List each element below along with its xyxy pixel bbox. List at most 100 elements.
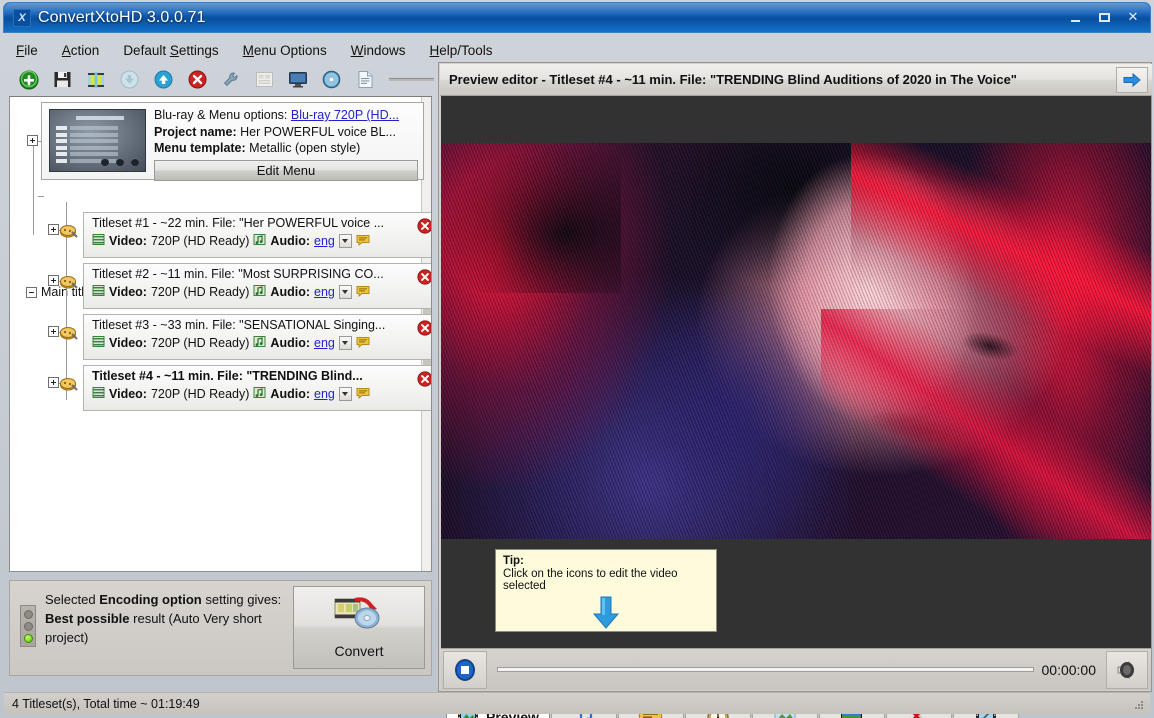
seek-bar-wrapper[interactable]: 00:00:00 [487, 662, 1106, 678]
arrow-down-blue-icon [503, 596, 709, 630]
transport-controls: 00:00:00 [441, 648, 1151, 690]
next-titleset-button[interactable] [1116, 67, 1148, 93]
menu-template-thumbnail[interactable] [49, 109, 146, 172]
tree-toggle-titleset-4[interactable] [48, 377, 59, 388]
remove-titleset-button[interactable] [417, 371, 431, 387]
menu-menu-options[interactable]: Menu Options [231, 41, 339, 60]
disc-burn-icon [333, 596, 385, 635]
close-button[interactable]: ✕ [1122, 8, 1144, 26]
title-bar: X ConvertXtoHD 3.0.0.71 ✕ [3, 2, 1151, 33]
add-files-button[interactable] [13, 66, 45, 94]
remove-button[interactable] [181, 66, 213, 94]
remove-titleset-button[interactable] [417, 269, 431, 285]
menu-action[interactable]: Action [50, 41, 112, 60]
audio-language-link[interactable]: eng [314, 387, 335, 401]
monitor-preview-button[interactable] [282, 66, 314, 94]
menu-bar: File Action Default Settings Menu Option… [4, 38, 1150, 62]
subtitle-bubble-icon[interactable] [356, 234, 370, 249]
project-name-row: Project name: Her POWERFUL voice BL... [154, 124, 418, 141]
disc-button[interactable] [316, 66, 348, 94]
minimize-button[interactable] [1064, 8, 1086, 26]
titleset-row-3[interactable]: Titleset #3 - ~33 min. File: "SENSATIONA… [83, 314, 431, 360]
edit-menu-button[interactable]: Edit Menu [154, 159, 418, 181]
save-project-button[interactable] [47, 66, 79, 94]
audio-icon [253, 284, 266, 300]
titleset-title: Titleset #1 - ~22 min. File: "Her POWERF… [92, 216, 385, 230]
current-time-label: 00:00:00 [1041, 661, 1097, 678]
titleset-details: Video: 720P (HD Ready) Audio: eng [92, 386, 431, 402]
audio-dropdown-button[interactable] [338, 285, 352, 299]
remove-titleset-button[interactable] [417, 320, 431, 336]
move-up-button[interactable] [148, 66, 180, 94]
menu-template-row: Menu template: Metallic (open style) [154, 140, 418, 157]
volume-button[interactable] [1106, 650, 1148, 689]
video-value: 720P (HD Ready) [150, 285, 250, 299]
remove-titleset-button[interactable] [417, 218, 431, 234]
audio-language-link[interactable]: eng [314, 336, 335, 350]
audio-language-link[interactable]: eng [314, 285, 335, 299]
audio-icon [253, 233, 266, 249]
project-tree-panel: Blu-ray & Menu options: Blu-ray 720P (HD… [9, 96, 432, 572]
menu-file[interactable]: File [4, 41, 50, 60]
tree-line [38, 196, 44, 197]
stop-button[interactable] [443, 650, 487, 689]
bluray-options-link[interactable]: Blu-ray 720P (HD... [291, 108, 399, 122]
audio-dropdown-button[interactable] [338, 387, 352, 401]
titleset-details: Video: 720P (HD Ready) Audio: eng [92, 233, 431, 249]
tree-line [33, 141, 34, 235]
audio-dropdown-button[interactable] [338, 336, 352, 350]
titleset-details: Video: 720P (HD Ready) Audio: eng [92, 284, 431, 300]
encoding-description: Selected Encoding option setting gives: … [36, 581, 293, 675]
titleset-row-4[interactable]: Titleset #4 - ~11 min. File: "TRENDING B… [83, 365, 431, 411]
titleset-icon [59, 273, 78, 289]
audio-icon [253, 335, 266, 351]
bluray-options-label: Blu-ray & Menu options: [154, 108, 288, 122]
settings-button[interactable] [215, 66, 247, 94]
audio-language-link[interactable]: eng [314, 234, 335, 248]
bluray-options-row: Blu-ray & Menu options: Blu-ray 720P (HD… [154, 107, 418, 124]
tree-toggle-titleset-1[interactable] [48, 224, 59, 235]
convert-label: Convert [334, 643, 384, 659]
encoding-option-panel: Selected Encoding option setting gives: … [9, 580, 432, 676]
menu-grid-button[interactable] [249, 66, 281, 94]
menu-help-tools[interactable]: Help/Tools [417, 41, 504, 60]
tree-toggle-project[interactable] [27, 135, 38, 146]
tooltip-popup: Tip: Click on the icons to edit the vide… [495, 549, 717, 632]
video-value: 720P (HD Ready) [150, 387, 250, 401]
audio-dropdown-button[interactable] [338, 234, 352, 248]
video-label: Video: [109, 387, 147, 401]
video-icon [92, 335, 105, 351]
menu-default-settings[interactable]: Default Settings [111, 41, 230, 60]
audio-label: Audio: [270, 387, 310, 401]
titleset-details: Video: 720P (HD Ready) Audio: eng [92, 335, 431, 351]
tooltip-body: Click on the icons to edit the video sel… [503, 568, 678, 592]
tree-toggle-main-titles[interactable] [26, 286, 37, 298]
encoding-line2-bold: Best possible [45, 611, 130, 626]
video-label: Video: [109, 285, 147, 299]
seek-slider[interactable] [497, 667, 1034, 672]
menu-windows[interactable]: Windows [339, 41, 418, 60]
titleset-row-1[interactable]: Titleset #1 - ~22 min. File: "Her POWERF… [83, 212, 431, 258]
subtitle-bubble-icon[interactable] [356, 387, 370, 402]
titleset-row-2[interactable]: Titleset #2 - ~11 min. File: "Most SURPR… [83, 263, 431, 309]
audio-label: Audio: [270, 336, 310, 350]
project-name-value: Her POWERFUL voice BL... [240, 124, 396, 139]
tooltip-title: Tip: [503, 555, 524, 567]
log-document-button[interactable] [350, 66, 382, 94]
subtitle-bubble-icon[interactable] [356, 285, 370, 300]
audio-icon [253, 386, 266, 402]
preview-header: Preview editor - Titleset #4 - ~11 min. … [440, 64, 1152, 96]
video-frame [441, 143, 1151, 539]
video-icon [92, 386, 105, 402]
video-value: 720P (HD Ready) [150, 336, 250, 350]
convert-button[interactable]: Convert [293, 586, 425, 669]
video-icon [92, 284, 105, 300]
subtitle-bubble-icon[interactable] [356, 336, 370, 351]
tree-toggle-titleset-3[interactable] [48, 326, 59, 337]
encoding-line1-bold: Encoding option [99, 592, 202, 607]
maximize-button[interactable] [1093, 8, 1115, 26]
tree-toggle-titleset-2[interactable] [48, 275, 59, 286]
edit-video-button[interactable] [80, 66, 112, 94]
resize-grip[interactable] [1133, 699, 1145, 711]
move-down-button[interactable] [114, 66, 146, 94]
